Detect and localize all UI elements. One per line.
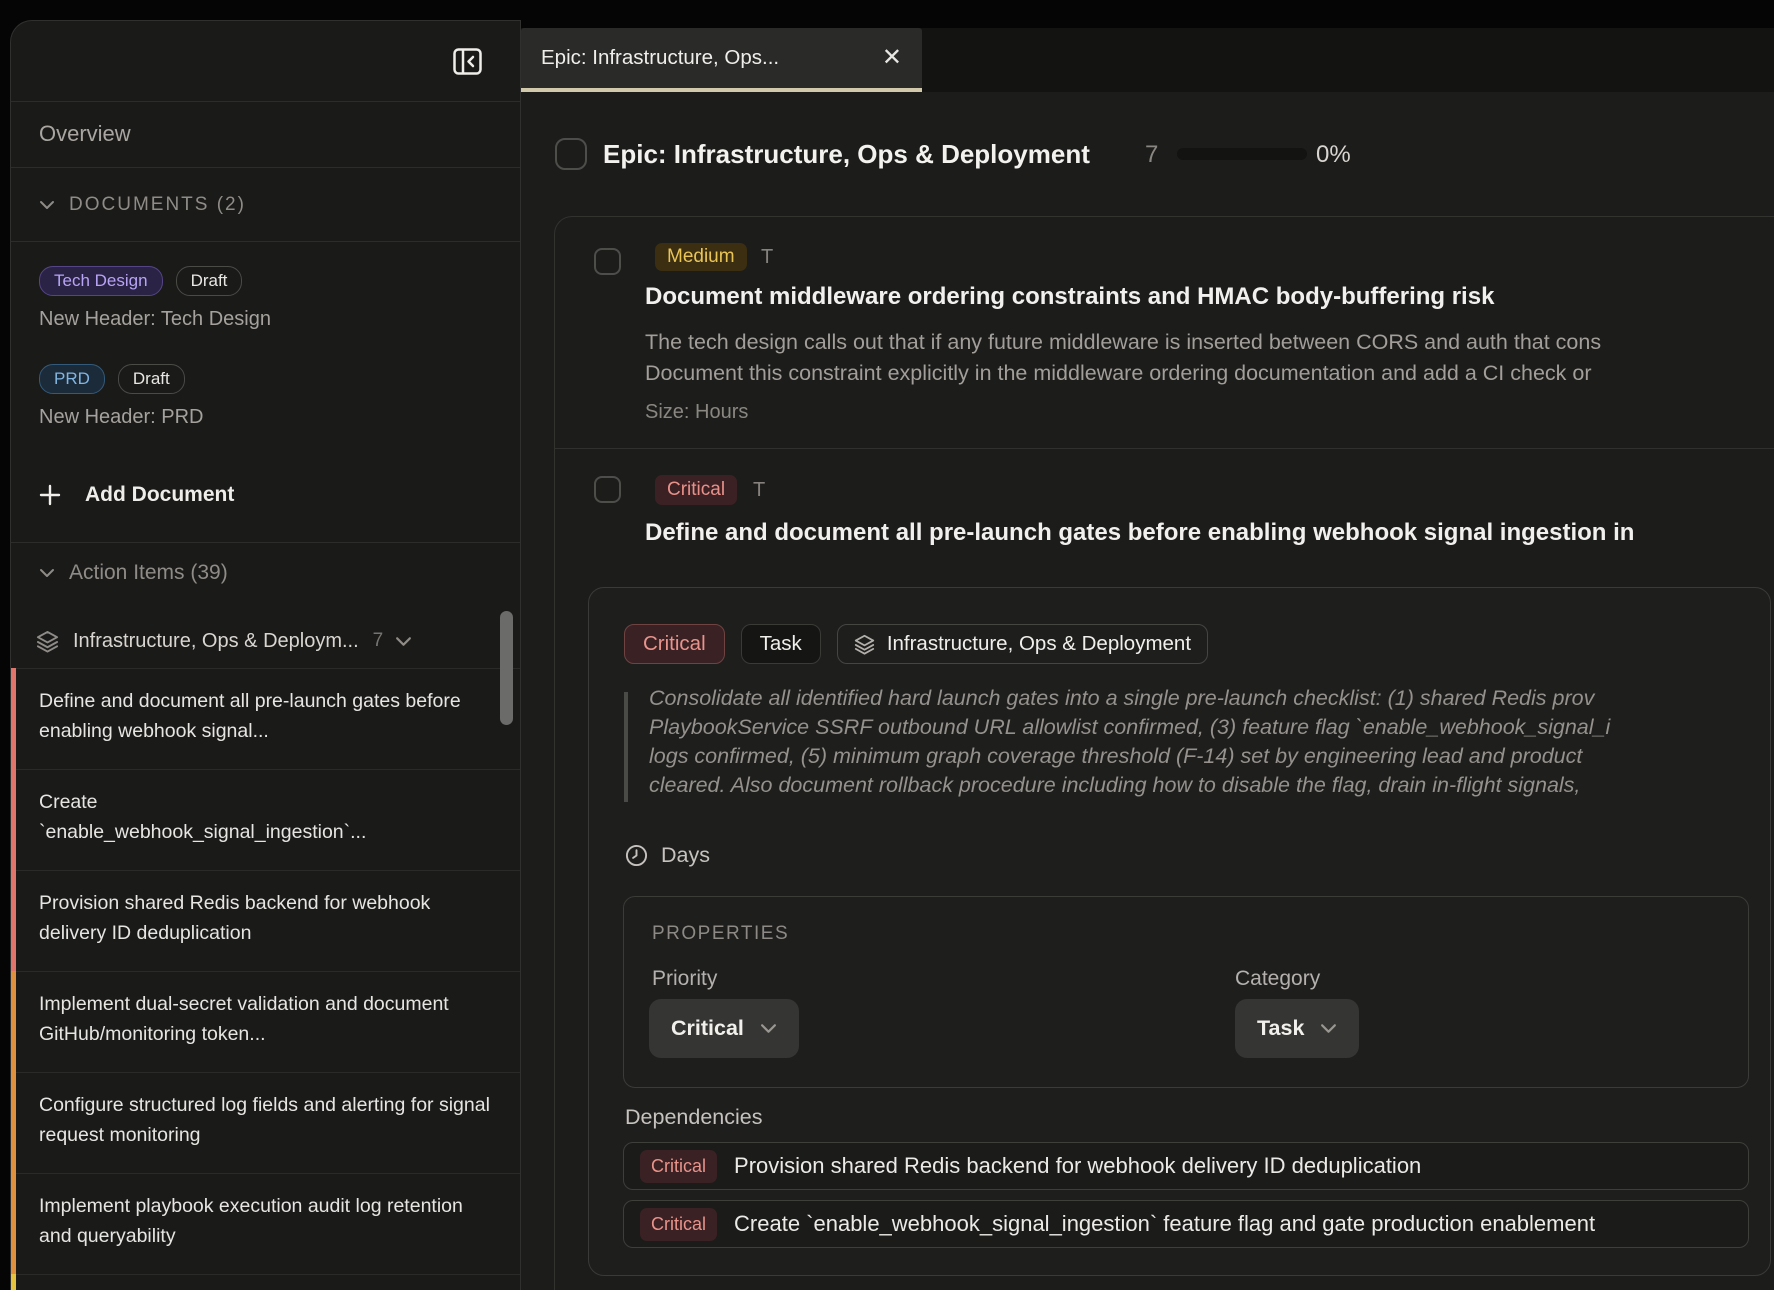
dependency-priority-badge: Critical: [640, 1150, 717, 1183]
dependency-priority-badge: Critical: [640, 1208, 717, 1241]
add-document-button[interactable]: Add Document: [39, 483, 234, 507]
chevron-down-icon: [395, 636, 412, 647]
page-title: Epic: Infrastructure, Ops & Deployment: [603, 139, 1090, 170]
sidebar-collapse-icon[interactable]: [453, 48, 482, 75]
task-description: The tech design calls out that if any fu…: [645, 327, 1774, 389]
action-items-list: Define and document all pre-launch gates…: [11, 668, 520, 1290]
task-type-letter: T: [753, 479, 765, 502]
action-items-header-label: Action Items (39): [69, 561, 228, 585]
sidebar-header: [11, 21, 520, 102]
severity-bar: [11, 769, 16, 870]
list-item[interactable]: Create `enable_webhook_signal_ingestion`…: [11, 769, 520, 870]
category-dropdown-value: Task: [1257, 1016, 1304, 1041]
properties-header: PROPERTIES: [652, 923, 789, 945]
epic-progress-bar: [1177, 148, 1307, 160]
list-item-label: Implement playbook execution audit log r…: [11, 1174, 520, 1251]
severity-bar: [11, 1274, 16, 1290]
severity-bar: [11, 971, 16, 1072]
sidebar-group-infrastructure[interactable]: Infrastructure, Ops & Deploym... 7: [36, 623, 500, 659]
group-label: Infrastructure, Ops & Deploym...: [73, 630, 359, 653]
effort-label: Days: [661, 843, 710, 868]
document-item[interactable]: New Header: Tech Design: [39, 308, 271, 331]
priority-badge: Medium: [655, 243, 747, 271]
layers-icon: [854, 634, 875, 655]
divider: [11, 542, 520, 543]
list-item-label: Configure structured log fields and aler…: [11, 1073, 520, 1150]
dependency-item[interactable]: Critical Create `enable_webhook_signal_i…: [623, 1200, 1749, 1248]
task-detail-panel: Critical Task Infrastructure, Ops & Depl…: [588, 587, 1771, 1276]
doc-type-badge: PRD: [39, 364, 105, 394]
dependency-title: Provision shared Redis backend for webho…: [734, 1153, 1421, 1179]
task-checkbox[interactable]: [594, 476, 621, 503]
list-item-label: Create `enable_webhook_signal_ingestion`…: [11, 770, 520, 847]
task-size: Size: Hours: [645, 401, 748, 424]
dependency-item[interactable]: Critical Provision shared Redis backend …: [623, 1142, 1749, 1190]
detail-badges-row: Critical Task Infrastructure, Ops & Depl…: [624, 624, 1208, 664]
epic-pill-label: Infrastructure, Ops & Deployment: [887, 625, 1191, 663]
doc-status-badge: Draft: [176, 266, 243, 296]
chevron-down-icon: [760, 1023, 777, 1034]
overview-label: Overview: [39, 121, 131, 147]
group-count: 7: [373, 630, 384, 652]
list-item[interactable]: Define and document all pre-launch gates…: [11, 668, 520, 769]
doc-type-badge: Tech Design: [39, 266, 163, 296]
epic-checkbox[interactable]: [555, 138, 587, 170]
tab-epic[interactable]: Epic: Infrastructure, Ops... ✕: [521, 28, 922, 92]
list-item-label: Implement dual-secret validation and doc…: [11, 972, 520, 1049]
document-item[interactable]: New Header: PRD: [39, 406, 204, 429]
document-row-badges: PRD Draft: [39, 364, 185, 394]
task-checkbox[interactable]: [594, 248, 621, 275]
category-pill[interactable]: Task: [741, 624, 821, 664]
category-field-label: Category: [1235, 967, 1320, 991]
properties-panel: PROPERTIES Priority Critical Category Ta…: [623, 896, 1749, 1088]
priority-pill[interactable]: Critical: [624, 624, 725, 664]
priority-badge: Critical: [655, 475, 737, 505]
severity-bar: [11, 870, 16, 971]
task-title[interactable]: Document middleware ordering constraints…: [645, 283, 1774, 311]
doc-status-badge: Draft: [118, 364, 185, 394]
list-item[interactable]: Configure structured log fields and aler…: [11, 1072, 520, 1173]
action-items-section-header[interactable]: Action Items (39): [39, 561, 228, 585]
dependency-title: Create `enable_webhook_signal_ingestion`…: [734, 1211, 1595, 1237]
category-dropdown[interactable]: Task: [1235, 999, 1359, 1058]
list-item-label: Define and document all pre-launch gates…: [11, 669, 520, 746]
list-item[interactable]: [11, 1274, 520, 1290]
severity-bar: [11, 1173, 16, 1274]
list-item-label: [11, 1275, 520, 1290]
priority-dropdown-value: Critical: [671, 1016, 744, 1041]
chevron-down-icon: [39, 200, 55, 210]
task-type-letter: T: [761, 246, 773, 269]
sidebar-item-overview[interactable]: Overview: [11, 101, 520, 168]
priority-field-label: Priority: [652, 967, 717, 991]
documents-header-label: DOCUMENTS (2): [69, 194, 246, 216]
effort-row: Days: [625, 843, 710, 868]
document-row-badges: Tech Design Draft: [39, 266, 242, 296]
task-title[interactable]: Define and document all pre-launch gates…: [645, 519, 1774, 547]
close-icon[interactable]: ✕: [882, 46, 902, 70]
tab-title: Epic: Infrastructure, Ops...: [541, 46, 868, 70]
clock-icon: [625, 844, 648, 867]
layers-icon: [36, 630, 59, 653]
epic-progress-percent: 0%: [1316, 141, 1351, 169]
list-item[interactable]: Provision shared Redis backend for webho…: [11, 870, 520, 971]
add-document-label: Add Document: [85, 483, 234, 507]
task-detail-description: Consolidate all identified hard launch g…: [649, 684, 1762, 800]
list-item-label: Provision shared Redis backend for webho…: [11, 871, 520, 948]
priority-dropdown[interactable]: Critical: [649, 999, 799, 1058]
severity-bar: [11, 1072, 16, 1173]
sidebar: Overview DOCUMENTS (2) Tech Design Draft…: [10, 20, 521, 1290]
blockquote-bar: [624, 692, 628, 802]
list-item[interactable]: Implement dual-secret validation and doc…: [11, 971, 520, 1072]
list-item[interactable]: Implement playbook execution audit log r…: [11, 1173, 520, 1274]
documents-section-header[interactable]: DOCUMENTS (2): [11, 168, 520, 242]
chevron-down-icon: [1320, 1023, 1337, 1034]
chevron-down-icon: [39, 568, 55, 578]
epic-pill[interactable]: Infrastructure, Ops & Deployment: [837, 624, 1208, 664]
dependencies-label: Dependencies: [625, 1105, 762, 1130]
sidebar-scrollbar[interactable]: [500, 611, 513, 725]
severity-bar: [11, 668, 16, 769]
plus-icon: [39, 484, 61, 506]
divider: [555, 448, 1774, 449]
epic-task-count: 7: [1145, 141, 1158, 169]
